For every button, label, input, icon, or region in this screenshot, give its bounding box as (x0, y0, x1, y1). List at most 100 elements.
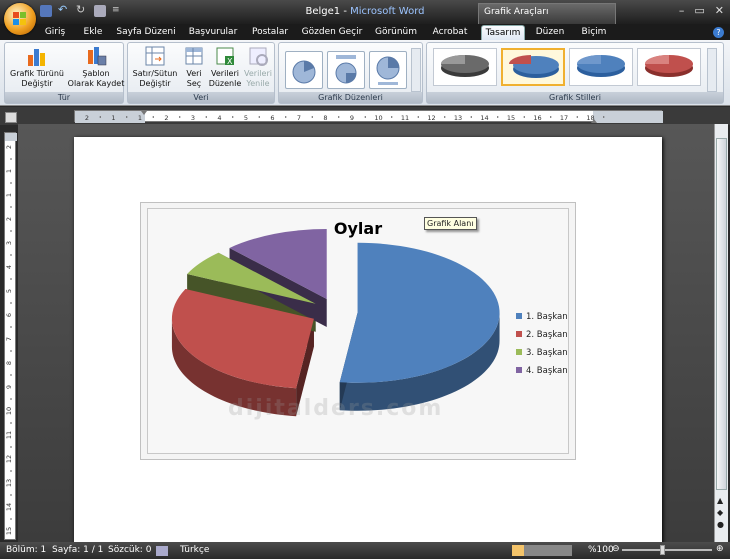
proofing-icon[interactable] (156, 546, 168, 556)
legend-label[interactable]: 4. Başkan (526, 366, 568, 376)
tab-ekle[interactable]: Ekle (78, 25, 108, 40)
horizontal-ruler[interactable]: 2 1 1 2 3 4 5 6 7 8 9 10 11 12 13 14 15 16 17 18 (74, 110, 663, 123)
legend-label[interactable]: 1. Başkan (526, 312, 568, 322)
ruler-number: 17 (560, 114, 568, 122)
status-language[interactable]: Türkçe (180, 545, 209, 555)
vruler-number: 1 (5, 169, 13, 173)
ruler-number: 6 (270, 114, 274, 122)
vruler-number: 5 (5, 289, 13, 293)
ruler-number: 1 (111, 114, 115, 122)
tab-gozden-gecir[interactable]: Gözden Geçir (300, 25, 364, 40)
watermark: dijitalders.com (228, 396, 444, 421)
ruler-number: 5 (244, 114, 248, 122)
chart-title[interactable]: Oylar (334, 219, 382, 238)
refresh-line1: Verileri (244, 69, 272, 78)
styles-gallery-scroll[interactable] (707, 48, 717, 92)
group-tur: Grafik Türünü Değiştir Şablon Olarak Kay… (4, 42, 124, 104)
office-button[interactable] (4, 3, 36, 35)
help-icon[interactable]: ? (713, 27, 724, 38)
change-chart-type-button[interactable]: Grafik Türünü Değiştir (7, 45, 67, 89)
switch-line1: Satır/Sütun (132, 69, 178, 78)
group-chart-styles: Grafik Stilleri (426, 42, 724, 104)
refresh-data-button[interactable]: Verileri Yenile (242, 45, 274, 89)
group-veri: Satır/Sütun Değiştir Veri Seç X Verileri… (127, 42, 275, 104)
window-title: Belge1 - Microsoft Word (0, 6, 730, 17)
group-label-layouts: Grafik Düzenleri (279, 92, 422, 103)
status-page[interactable]: Sayfa: 1 / 1 (52, 545, 103, 555)
legend-label[interactable]: 2. Başkan (526, 330, 568, 340)
vertical-ruler[interactable]: 2112345678910111213141516 (4, 132, 17, 559)
vruler-number: 12 (5, 455, 13, 463)
vruler-number: 10 (5, 407, 13, 415)
tab-postalar[interactable]: Postalar (248, 25, 292, 40)
scrollbar-thumb[interactable] (716, 138, 727, 490)
tab-acrobat[interactable]: Acrobat (428, 25, 472, 40)
application-name: Microsoft Word (350, 6, 425, 17)
ruler-number: 8 (323, 114, 327, 122)
minimize-icon[interactable]: – (679, 4, 685, 17)
tab-sayfa-duzeni[interactable]: Sayfa Düzeni (116, 25, 176, 40)
maximize-icon[interactable]: ▭ (694, 4, 704, 17)
close-icon[interactable]: ✕ (715, 4, 724, 17)
tab-giris[interactable]: Giriş (40, 25, 70, 40)
chart-layout-3[interactable] (369, 51, 407, 89)
chart-style-1[interactable] (433, 48, 497, 86)
tab-basvurular[interactable]: Başvurular (185, 25, 241, 40)
tab-tasarim[interactable]: Tasarım (481, 25, 525, 40)
save-as-template-button[interactable]: Şablon Olarak Kaydet (67, 45, 125, 89)
group-label-styles: Grafik Stilleri (427, 92, 723, 103)
contextual-group-label: Grafik Araçları (478, 3, 616, 24)
chart-layout-1[interactable] (285, 51, 323, 89)
scroll-up-icon[interactable]: ▲ (717, 496, 723, 505)
pie-style-icon (509, 55, 559, 78)
legend-swatch (516, 367, 522, 373)
tab-gorunum[interactable]: Görünüm (372, 25, 420, 40)
vruler-number: 7 (5, 337, 13, 341)
chart-style-4[interactable] (637, 48, 701, 86)
refresh-line2: Yenile (246, 79, 270, 88)
vruler-number: 1 (5, 193, 13, 197)
ribbon: Grafik Türünü Değiştir Şablon Olarak Kay… (0, 40, 730, 106)
layouts-gallery-scroll[interactable] (411, 48, 421, 92)
tab-selector-icon[interactable] (5, 112, 17, 123)
edit-data-button[interactable]: X Verileri Düzenle (208, 45, 242, 89)
title-bar: ↶ ↻ ≡ Belge1 - Microsoft Word Grafik Ara… (0, 0, 730, 24)
pie-layout-icon (335, 55, 357, 84)
office-logo-icon (13, 12, 27, 26)
zoom-slider-knob[interactable] (660, 545, 665, 555)
legend-label[interactable]: 3. Başkan (526, 348, 568, 358)
chart-style-2[interactable] (501, 48, 565, 86)
vruler-number: 6 (5, 313, 13, 317)
select-data-button[interactable]: Veri Seç (180, 45, 208, 89)
browse-object-icon[interactable]: ● (717, 520, 724, 529)
excel-edit-icon: X (214, 45, 236, 67)
view-buttons[interactable] (512, 545, 572, 556)
ruler-number: 7 (297, 114, 301, 122)
group-chart-layouts: Grafik Düzenleri (278, 42, 423, 104)
vertical-scrollbar[interactable]: ▲ ◆ ● (714, 124, 728, 542)
prev-page-icon[interactable]: ◆ (717, 508, 723, 517)
tab-bicim[interactable]: Biçim (576, 25, 612, 40)
select-data-icon (183, 45, 205, 67)
status-section[interactable]: Bölüm: 1 (6, 545, 46, 555)
bar-chart-icon (26, 45, 48, 67)
switch-row-column-button[interactable]: Satır/Sütun Değiştir (130, 45, 180, 89)
ruler-number: 3 (191, 114, 195, 122)
zoom-out-icon[interactable]: ⊖ (612, 544, 620, 554)
vruler-number: 2 (5, 145, 13, 149)
refresh-data-icon (247, 45, 269, 67)
tab-duzen[interactable]: Düzen (532, 25, 568, 40)
chart-layout-2[interactable] (327, 51, 365, 89)
switch-row-column-icon (144, 45, 166, 67)
chart-style-3[interactable] (569, 48, 633, 86)
save-template-line2: Olarak Kaydet (67, 79, 125, 88)
pie-style-icon (577, 55, 625, 77)
zoom-in-icon[interactable]: ⊕ (716, 544, 724, 554)
status-words[interactable]: Sözcük: 0 (108, 545, 151, 555)
ruler-number: 14 (480, 114, 488, 122)
vruler-number: 11 (5, 431, 13, 439)
zoom-slider[interactable] (622, 549, 712, 551)
change-type-line2: Değiştir (21, 79, 53, 88)
zoom-level[interactable]: %100 (588, 545, 614, 555)
edit-data-line1: Verileri (211, 69, 239, 78)
